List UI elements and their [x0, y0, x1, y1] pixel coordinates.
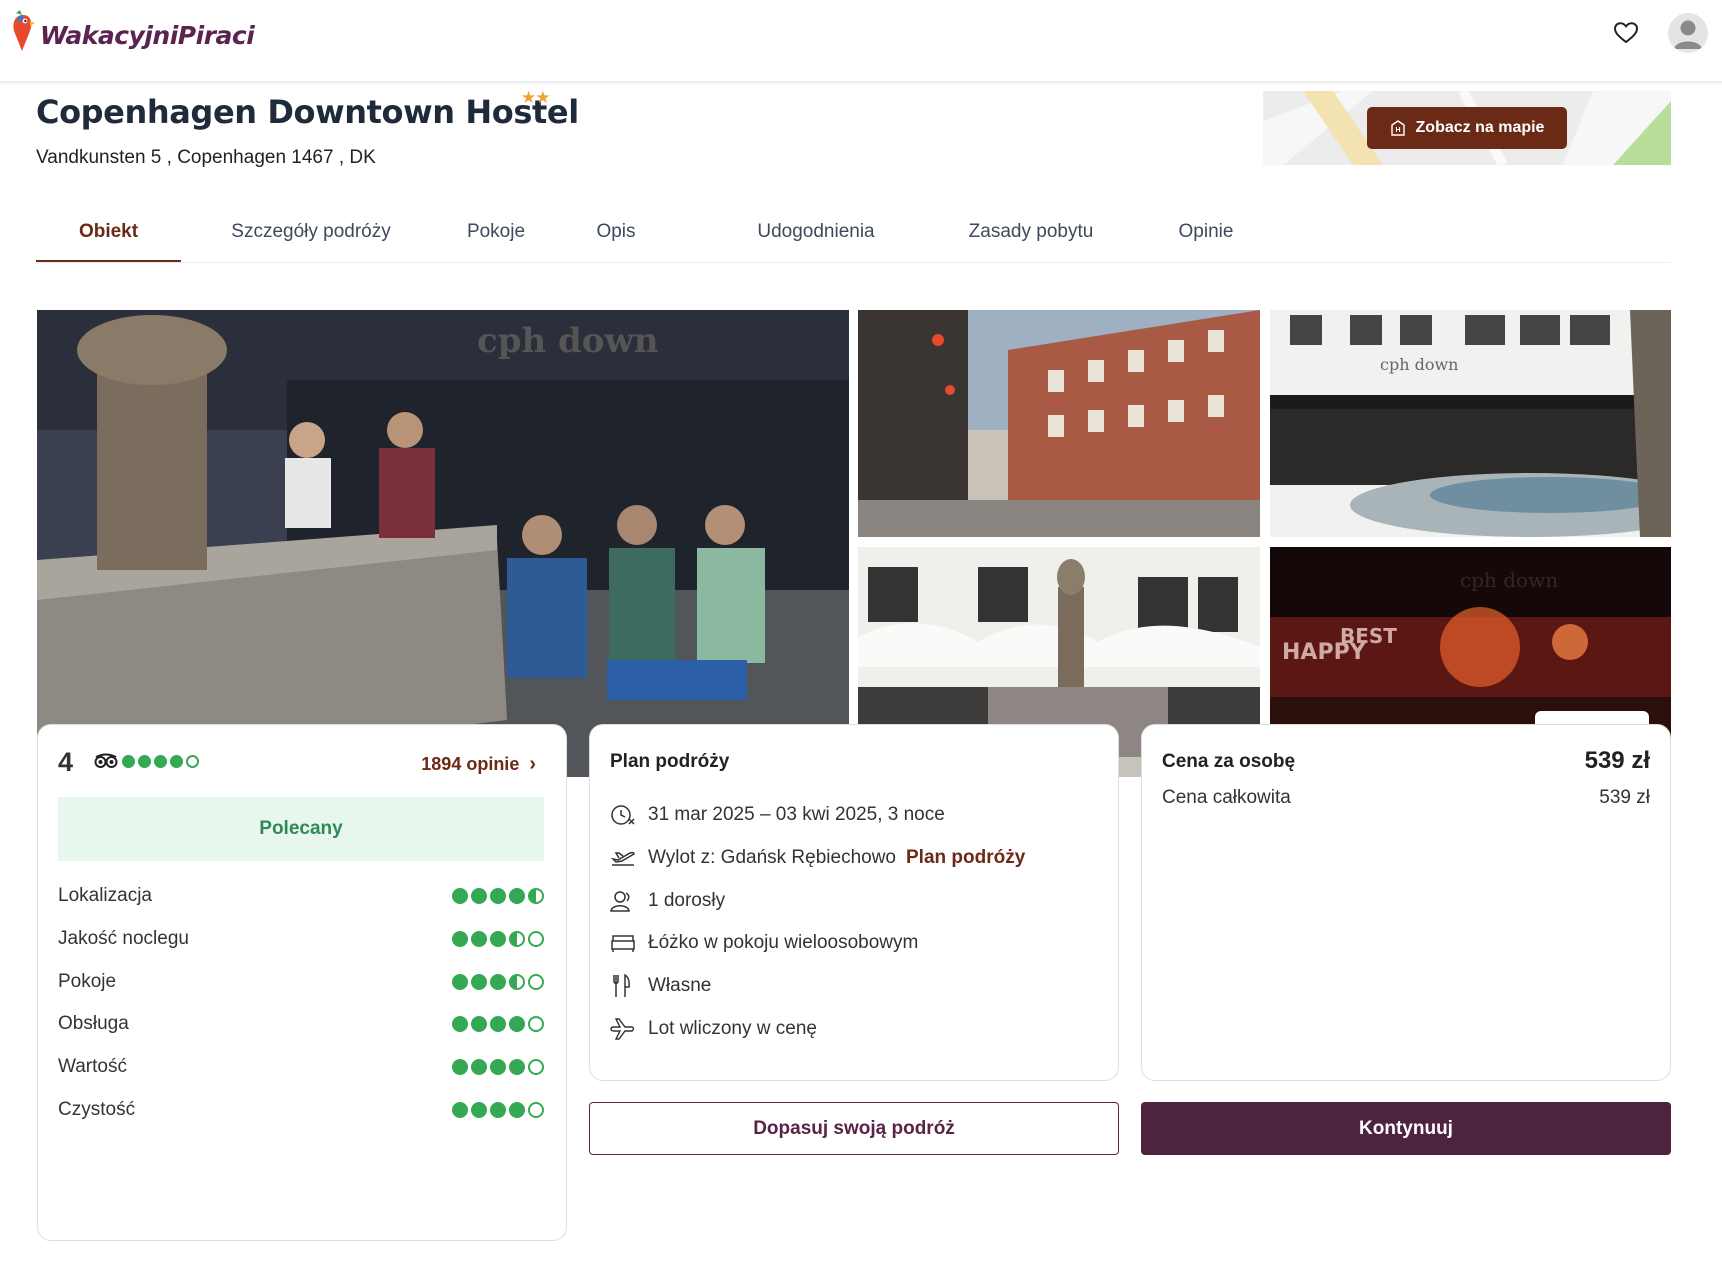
user-avatar[interactable]: [1668, 13, 1708, 53]
rating-bubble-filled: [170, 754, 183, 768]
svg-text:cph down: cph down: [1380, 355, 1458, 374]
chevron-right-icon: ›: [529, 753, 536, 775]
guests-row: 1 dorosły: [610, 887, 725, 915]
plane-takeoff-icon: [610, 844, 640, 872]
svg-text:cph down: cph down: [477, 321, 658, 361]
photo-fountain-group: cph down: [37, 310, 849, 777]
rating-score: 4: [58, 747, 74, 777]
rating-category-label: Obsługa: [58, 1013, 129, 1034]
rating-category-row: Jakość noclegu: [58, 928, 544, 950]
site-logo[interactable]: WakacyjniPiraci: [10, 6, 255, 56]
rating-bubble-filled: [138, 754, 151, 768]
flight-included: Lot wliczony w cenę: [648, 1018, 817, 1039]
rating-category-label: Jakość noclegu: [58, 928, 189, 949]
favorites-button[interactable]: [1611, 18, 1641, 48]
rating-category-bubbles: [452, 1059, 544, 1075]
rating-category-row: Pokoje: [58, 971, 544, 993]
price-total-label: Cena całkowita: [1162, 787, 1291, 808]
user-icon: [1674, 20, 1702, 49]
parrot-logo-icon: [13, 10, 35, 51]
gallery-photo-street[interactable]: [858, 310, 1260, 537]
tab-zasady-pobytu[interactable]: Zasady pobytu: [951, 215, 1111, 263]
svg-text:H: H: [1395, 127, 1400, 134]
tab-pokoje[interactable]: Pokoje: [446, 215, 546, 263]
rating-bubble-filled: [154, 754, 167, 768]
price-per-person-label: Cena za osobę: [1162, 751, 1296, 772]
departure-airport: Wylot z: Gdańsk Rębiechowo: [648, 847, 896, 868]
fork-knife-icon: [610, 972, 640, 1000]
rating-category-row: Czystość: [58, 1099, 544, 1121]
rating-bubble-empty: [186, 754, 199, 768]
rating-category-bubbles: [452, 974, 544, 990]
hotel-icon: H: [1390, 120, 1405, 136]
svg-text:cph down: cph down: [1460, 568, 1558, 592]
reviews-card: 4 1894 opinie › Polecany Lokalizacja Jak…: [37, 724, 567, 1241]
trip-plan-link[interactable]: Plan podróży: [906, 847, 1025, 869]
rating-category-label: Wartość: [58, 1056, 127, 1077]
tab-szczegoly-podrozy[interactable]: Szczegóły podróży: [211, 215, 411, 263]
calendar-clock-icon: [610, 801, 640, 829]
user-outline-icon: [610, 887, 640, 915]
rating-category-label: Lokalizacja: [58, 885, 152, 906]
tab-obiekt[interactable]: Obiekt: [36, 215, 181, 263]
room-type: Łóżko w pokoju wieloosobowym: [648, 932, 919, 953]
hotel-star-rating: ★★: [521, 88, 551, 108]
tripadvisor-rating: [94, 753, 199, 769]
trip-dates: 31 mar 2025 – 03 kwi 2025, 3 noce: [648, 804, 945, 825]
trip-plan-title: Plan podróży: [610, 751, 730, 772]
star-icon: ★: [521, 88, 536, 107]
hotel-address: Vandkunsten 5 , Copenhagen 1467 , DK: [36, 147, 376, 168]
tripadvisor-owl-icon: [94, 753, 118, 768]
rating-category-row: Obsługa: [58, 1013, 544, 1035]
rating-bubble-filled: [122, 754, 135, 768]
reviews-count-link[interactable]: 1894 opinie ›: [421, 753, 536, 776]
tabs-divider: [36, 262, 1671, 263]
tab-opinie[interactable]: Opinie: [1161, 215, 1251, 263]
gallery-photo-storefront[interactable]: cph down: [1270, 310, 1671, 537]
rating-category-label: Czystość: [58, 1099, 136, 1120]
hotel-name: Copenhagen Downtown Hostel: [36, 93, 579, 131]
continue-button[interactable]: Kontynuuj: [1141, 1102, 1671, 1155]
flight-row: Lot wliczony w cenę: [610, 1015, 817, 1043]
rating-category-bubbles: [452, 1016, 544, 1032]
photo-storefront: cph down: [1270, 310, 1671, 537]
top-navigation-bar: WakacyjniPiraci: [0, 0, 1722, 83]
rating-category-bubbles: [452, 1102, 544, 1118]
logo-text: WakacyjniPiraci: [40, 20, 255, 50]
heart-icon: [1614, 22, 1638, 44]
rating-category-label: Pokoje: [58, 971, 117, 992]
trip-dates-row: 31 mar 2025 – 03 kwi 2025, 3 noce: [610, 801, 945, 829]
price-card: Cena za osobę 539 zł Cena całkowita 539 …: [1141, 724, 1671, 1081]
show-on-map-label: Zobacz na mapie: [1415, 119, 1545, 136]
recommended-badge: Polecany: [58, 797, 544, 861]
room-row: Łóżko w pokoju wieloosobowym: [610, 929, 918, 957]
gallery-main-photo[interactable]: cph down: [37, 310, 849, 777]
rating-category-bubbles: [452, 931, 544, 947]
rating-category-row: Lokalizacja: [58, 885, 544, 907]
reviews-count-label: 1894 opinie: [421, 754, 520, 774]
photo-street: [858, 310, 1260, 537]
tab-opis[interactable]: Opis: [576, 215, 656, 263]
price-per-person-value: 539 zł: [1584, 747, 1650, 774]
bed-icon: [610, 929, 640, 957]
tab-udogodnienia[interactable]: Udogodnienia: [736, 215, 896, 263]
rating-category-row: Wartość: [58, 1056, 544, 1078]
price-total-value: 539 zł: [1599, 787, 1650, 808]
show-on-map-button[interactable]: H Zobacz na mapie: [1367, 107, 1567, 149]
rating-category-bubbles: [452, 888, 544, 904]
hotel-page-content: Copenhagen Downtown Hostel ★★ Vandkunste…: [0, 85, 1722, 1272]
board-type: Własne: [648, 975, 712, 996]
star-icon: ★: [535, 88, 550, 107]
plane-icon: [610, 1015, 640, 1043]
customize-trip-button[interactable]: Dopasuj swoją podróż: [589, 1102, 1119, 1155]
svg-text:BEST: BEST: [1340, 624, 1397, 648]
tripadvisor-bubbles: [122, 754, 199, 768]
guests-count: 1 dorosły: [648, 890, 726, 911]
board-row: Własne: [610, 972, 711, 1000]
section-tabs: Obiekt Szczegóły podróży Pokoje Opis Udo…: [36, 215, 1276, 263]
trip-plan-card: Plan podróży 31 mar 2025 – 03 kwi 2025, …: [589, 724, 1119, 1081]
departure-row: Wylot z: Gdańsk Rębiechowo Plan podróży: [610, 844, 1025, 872]
